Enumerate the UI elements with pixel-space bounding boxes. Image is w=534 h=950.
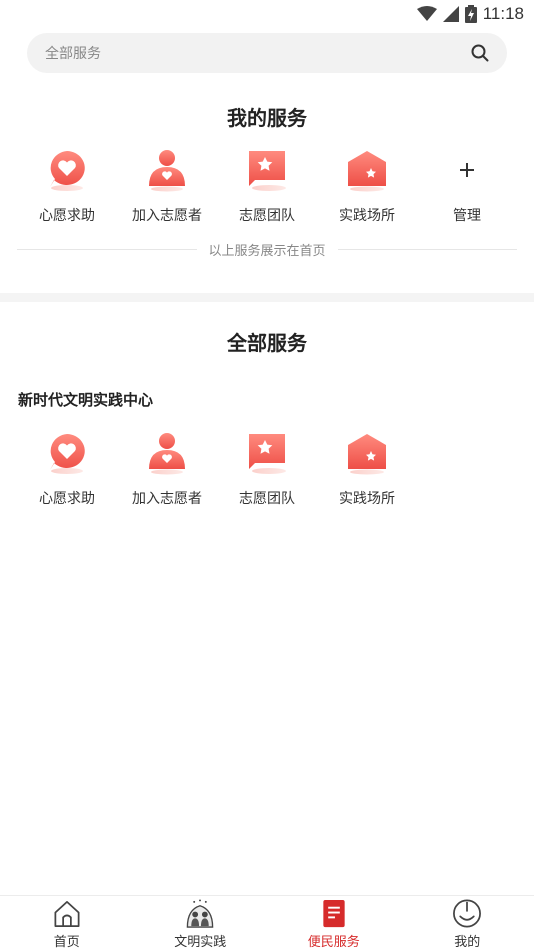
my-services-title: 我的服务 — [227, 108, 307, 130]
service-wish-help[interactable]: 心愿求助 — [17, 431, 117, 511]
tab-civilization-practice[interactable]: 文明实践 — [134, 896, 268, 950]
my-services-grid: 心愿求助 加入志愿者 志愿团队 实践场所 管理 — [17, 148, 517, 228]
tab-home[interactable]: 首页 — [0, 896, 134, 950]
volunteer-person-icon — [149, 433, 185, 475]
status-icons: 11:18 — [416, 4, 524, 24]
star-house-icon — [348, 434, 386, 475]
plus-icon — [460, 163, 474, 177]
service-label: 志愿团队 — [239, 207, 295, 223]
service-manage[interactable]: 管理 — [417, 148, 517, 228]
service-practice-venue[interactable]: 实践场所 — [317, 431, 417, 511]
service-join-volunteer[interactable]: 加入志愿者 — [117, 431, 217, 511]
divider-text: 以上服务展示在首页 — [208, 242, 326, 258]
all-services-title: 全部服务 — [227, 333, 307, 355]
tab-label: 便民服务 — [307, 934, 360, 949]
practice-crowd-icon — [186, 899, 214, 928]
section-separator — [0, 293, 534, 302]
service-label: 加入志愿者 — [132, 490, 202, 506]
status-time: 11:18 — [482, 4, 524, 23]
heart-bubble-icon — [50, 434, 85, 474]
service-join-volunteer[interactable]: 加入志愿者 — [117, 148, 217, 228]
home-icon — [54, 901, 80, 927]
service-label: 加入志愿者 — [132, 207, 202, 223]
tab-label: 文明实践 — [174, 934, 227, 949]
service-wish-help[interactable]: 心愿求助 — [17, 148, 117, 228]
wifi-icon — [416, 6, 437, 21]
service-practice-venue[interactable]: 实践场所 — [317, 148, 417, 228]
all-services-grid: 心愿求助 加入志愿者 志愿团队 实践场所 — [17, 431, 517, 511]
divider-line — [17, 248, 197, 250]
service-volunteer-team[interactable]: 志愿团队 — [217, 148, 317, 228]
divider-line — [337, 248, 518, 250]
volunteer-person-icon — [149, 150, 185, 192]
tab-label: 首页 — [53, 934, 80, 949]
star-flag-icon — [249, 151, 286, 191]
signal-icon — [442, 6, 459, 22]
search-icon[interactable] — [469, 42, 491, 64]
home-display-divider: 以上服务展示在首页 — [17, 239, 518, 259]
star-flag-icon — [249, 434, 286, 474]
heart-bubble-icon — [50, 151, 85, 191]
service-label: 心愿求助 — [39, 207, 95, 223]
group-title: 新时代文明实践中心 — [18, 392, 154, 409]
smile-face-icon — [453, 899, 482, 928]
tab-convenience-service[interactable]: 便民服务 — [267, 896, 401, 950]
bottom-tab-bar: 首页 文明实践 便民服务 我的 — [0, 895, 534, 950]
tab-mine[interactable]: 我的 — [401, 896, 534, 950]
service-label: 管理 — [453, 207, 481, 223]
star-house-icon — [348, 151, 386, 192]
battery-icon — [464, 5, 477, 23]
service-label: 志愿团队 — [239, 490, 295, 506]
tab-label: 我的 — [454, 934, 481, 949]
service-label: 心愿求助 — [39, 490, 95, 506]
status-bar: 11:18 — [0, 0, 534, 28]
service-volunteer-team[interactable]: 志愿团队 — [217, 431, 317, 511]
service-label: 实践场所 — [339, 207, 395, 223]
search-bar[interactable]: 全部服务 — [27, 33, 507, 73]
document-icon — [323, 899, 345, 928]
search-input[interactable]: 全部服务 — [45, 43, 469, 63]
service-label: 实践场所 — [339, 490, 395, 506]
